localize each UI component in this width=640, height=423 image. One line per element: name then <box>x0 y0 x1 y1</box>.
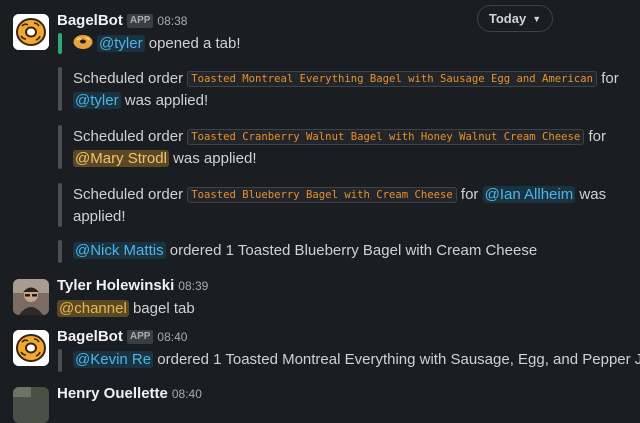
message-line: @tyler opened a tab! <box>73 33 241 55</box>
message-text: opened a tab! <box>148 35 241 52</box>
message-text: was applied! <box>173 150 257 167</box>
message-header: BagelBot APP 08:38 <box>57 12 187 29</box>
message-text: for <box>588 128 606 145</box>
inline-code: Toasted Blueberry Bagel with Cream Chees… <box>187 187 457 203</box>
message-text: Scheduled order <box>73 186 184 203</box>
message-text: ordered 1 Toasted Blueberry Bagel with C… <box>169 242 538 259</box>
date-divider-button[interactable]: Today ▼ <box>477 5 553 32</box>
user-mention[interactable]: @Ian Allheim <box>482 186 576 203</box>
message-line: Scheduled order Toasted Cranberry Walnut… <box>73 126 606 148</box>
timestamp[interactable]: 08:39 <box>178 279 208 293</box>
user-mention-highlighted[interactable]: @Mary Strodl <box>73 150 169 167</box>
inline-code: Toasted Cranberry Walnut Bagel with Hone… <box>187 129 585 145</box>
attachment-bar <box>58 183 62 227</box>
timestamp[interactable]: 08:40 <box>157 330 187 344</box>
user-mention[interactable]: @tyler <box>73 92 121 109</box>
user-photo-icon <box>13 387 49 423</box>
message-line: @tyler was applied! <box>73 90 208 112</box>
message-line: @channel bagel tab <box>57 298 195 320</box>
avatar-bagelbot[interactable] <box>13 14 49 50</box>
user-mention[interactable]: @Kevin Re <box>73 351 154 368</box>
app-badge: APP <box>126 14 154 28</box>
bagel-logo-icon <box>13 330 49 366</box>
message-text: was applied! <box>124 92 209 109</box>
message-line: @Kevin Re ordered 1 Toasted Montreal Eve… <box>73 349 640 371</box>
user-photo-icon <box>13 279 49 315</box>
avatar-henry-ouellette[interactable] <box>13 387 49 423</box>
timestamp[interactable]: 08:40 <box>172 387 202 401</box>
message-header: Henry Ouellette 08:40 <box>57 385 202 402</box>
attachment-bar <box>58 240 62 263</box>
bagel-emoji-icon <box>73 35 93 49</box>
avatar-bagelbot[interactable] <box>13 330 49 366</box>
message-text: Scheduled order <box>73 70 184 87</box>
user-mention[interactable]: @tyler <box>97 35 145 52</box>
message-header: BagelBot APP 08:40 <box>57 328 187 345</box>
message-text: was <box>579 186 607 203</box>
message-line: @Mary Strodl was applied! <box>73 148 256 170</box>
message-text: bagel tab <box>132 300 195 317</box>
message-text: Scheduled order <box>73 128 184 145</box>
message-text: ordered 1 Toasted Montreal Everything wi… <box>157 351 640 368</box>
inline-code: Toasted Montreal Everything Bagel with S… <box>187 71 598 87</box>
sender-name[interactable]: BagelBot <box>57 12 123 29</box>
app-badge: APP <box>126 330 154 344</box>
message-line: Scheduled order Toasted Montreal Everyth… <box>73 68 619 90</box>
message-header: Tyler Holewinski 08:39 <box>57 277 208 294</box>
message-text: applied! <box>73 208 126 225</box>
bagel-logo-icon <box>13 14 49 50</box>
sender-name[interactable]: Tyler Holewinski <box>57 277 174 294</box>
date-label: Today <box>488 11 527 26</box>
chevron-down-icon: ▼ <box>532 13 542 24</box>
channel-mention[interactable]: @channel <box>57 300 129 317</box>
avatar-tyler-holewinski[interactable] <box>13 279 49 315</box>
timestamp[interactable]: 08:38 <box>157 14 187 28</box>
message-text: for <box>601 70 619 87</box>
message-text: for <box>460 186 479 203</box>
attachment-bar <box>58 67 62 111</box>
attachment-bar <box>58 349 62 372</box>
user-mention[interactable]: @Nick Mattis <box>73 242 166 259</box>
sender-name[interactable]: Henry Ouellette <box>57 385 168 402</box>
attachment-bar <box>58 125 62 169</box>
message-line: @Nick Mattis ordered 1 Toasted Blueberry… <box>73 240 537 262</box>
message-line: Scheduled order Toasted Blueberry Bagel … <box>73 184 606 206</box>
sender-name[interactable]: BagelBot <box>57 328 123 345</box>
attachment-bar <box>58 33 62 54</box>
message-line: applied! <box>73 206 126 228</box>
